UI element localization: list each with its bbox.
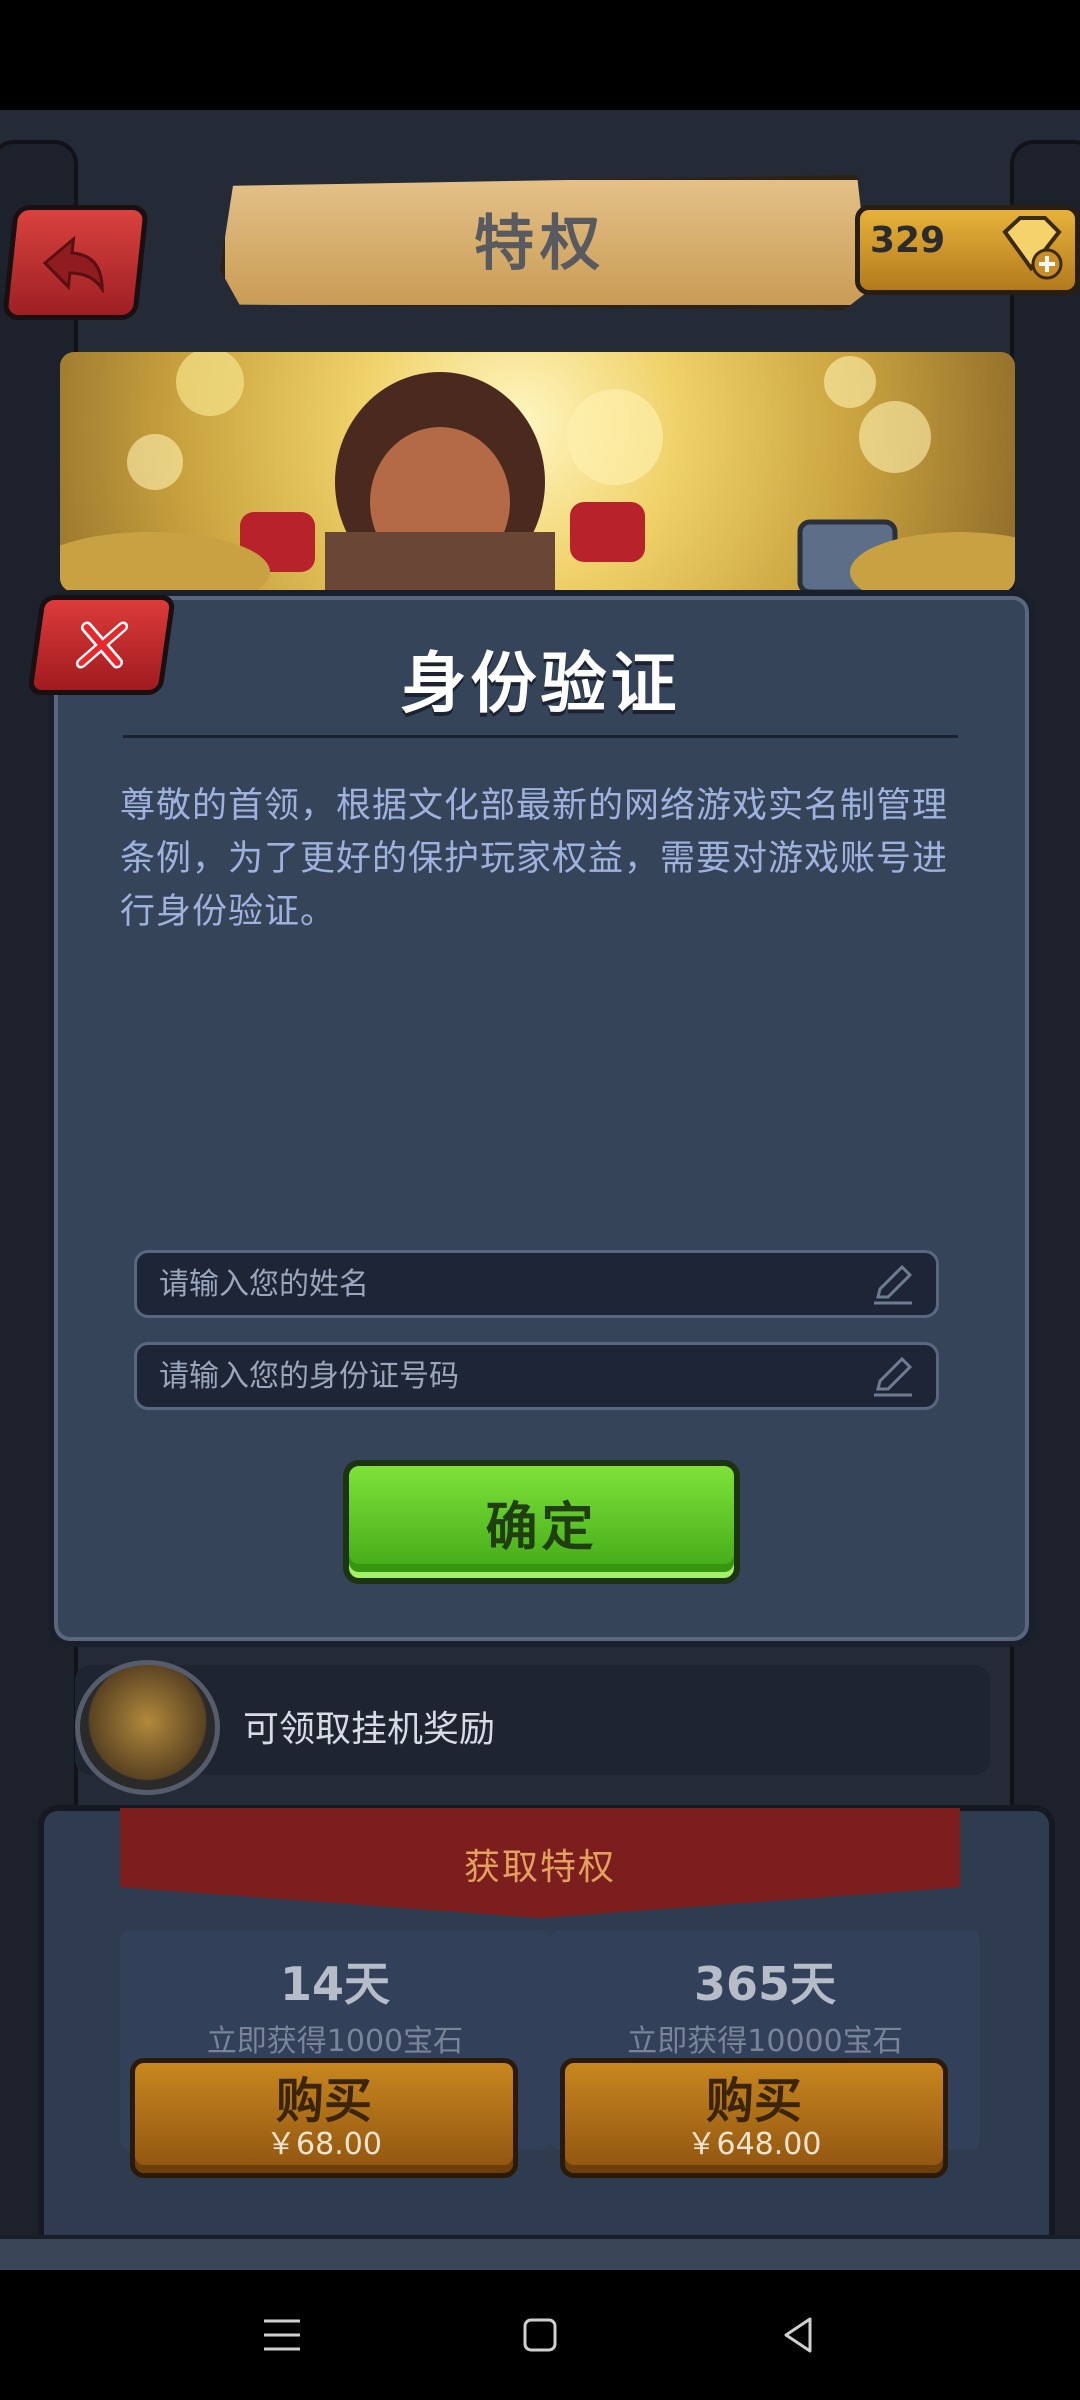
dialog-description: 尊敬的首领，根据文化部最新的网络游戏实名制管理条例，为了更好的保护玩家权益，需要… [120,786,949,932]
id-number-input[interactable] [157,1357,861,1395]
buy-button-14-days[interactable]: 购买 ￥68.00 [130,2058,518,2178]
name-input[interactable] [157,1265,861,1303]
offer-days: 14天 [279,1957,390,2011]
buy-button-365-days[interactable]: 购买 ￥648.00 [560,2058,948,2178]
offer-card-365-days: 365天 立即获得10000宝石 购买 ￥648.00 [550,1930,980,2178]
back-button[interactable] [1,205,150,320]
home-square-icon[interactable] [510,2305,570,2365]
buy-price: ￥68.00 [266,2127,382,2162]
buy-label: 购买 [275,2073,372,2129]
gem-plus-icon[interactable] [995,212,1065,282]
privilege-title: 获取特权 [463,1847,616,1888]
page-title: 特权 [474,209,606,279]
close-icon [75,621,128,669]
privilege-banner-art [60,352,1015,592]
idle-reward-text: 可领取挂机奖励 [243,1709,496,1750]
back-triangle-icon[interactable] [768,2305,828,2365]
menu-icon[interactable] [252,2305,312,2365]
offer-days: 365天 [693,1957,837,2011]
hero-illustration [60,352,1015,592]
dialog-title: 身份验证 [400,645,681,722]
treasure-chest-icon[interactable] [75,1660,220,1795]
identity-dialog: 身份验证 尊敬的首领，根据文化部最新的网络游戏实名制管理条例，为了更好的保护玩家… [26,590,1043,1647]
buy-price: ￥648.00 [686,2127,822,2162]
stone-floor [0,2235,1080,2274]
name-field[interactable] [134,1250,939,1318]
gem-count: 329 [870,220,946,261]
buy-label: 购买 [705,2073,802,2129]
offer-card-14-days: 14天 立即获得1000宝石 购买 ￥68.00 [120,1930,550,2178]
confirm-button[interactable]: 确定 [343,1460,740,1584]
pencil-icon [874,1356,913,1397]
offer-gift: 立即获得1000宝石 [206,2024,464,2059]
back-arrow-icon [42,235,104,293]
close-button[interactable] [26,595,177,695]
id-number-field[interactable] [134,1342,939,1410]
pencil-icon [874,1264,913,1305]
title-divider [123,735,958,738]
offer-gift: 立即获得10000宝石 [627,2024,903,2059]
